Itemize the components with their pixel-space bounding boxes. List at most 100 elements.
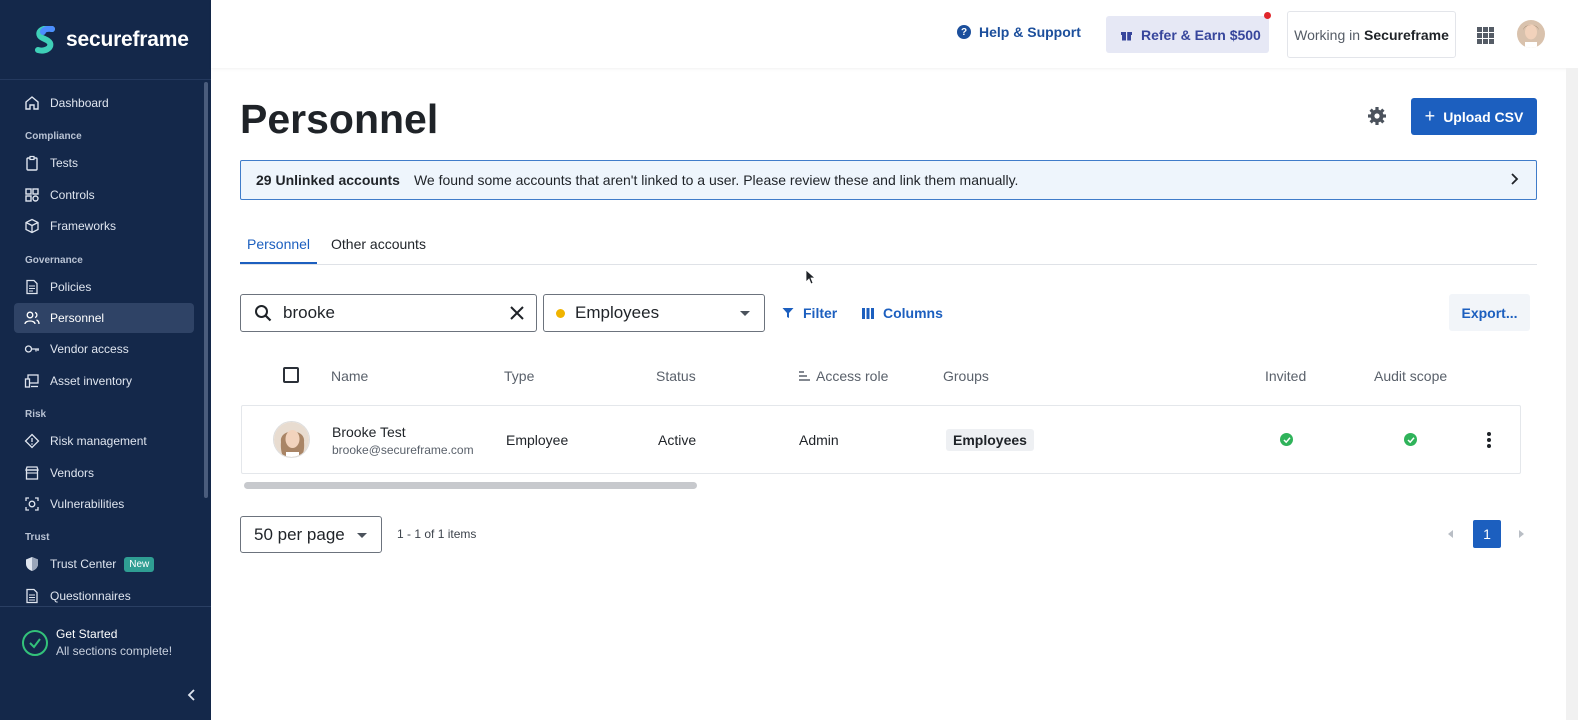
row-actions-menu-icon[interactable] (1487, 432, 1491, 448)
column-header-name[interactable]: Name (331, 368, 368, 384)
page-scrollbar[interactable] (1566, 68, 1578, 720)
question-icon: ? (957, 25, 971, 39)
sidebar-item-asset-inventory[interactable]: Asset inventory (14, 366, 194, 396)
shield-icon (24, 556, 40, 572)
personnel-email: brooke@secureframe.com (332, 443, 474, 457)
clipboard-icon (24, 155, 40, 172)
search-input[interactable] (283, 303, 493, 323)
sidebar-item-vendor-access[interactable]: Vendor access (14, 334, 194, 364)
app-grid-icon[interactable] (1477, 27, 1494, 44)
active-tab-indicator (240, 262, 317, 264)
sidebar-item-risk-management[interactable]: Risk management (14, 426, 194, 456)
sidebar-item-label: Risk management (50, 434, 147, 449)
sidebar-item-trust-center[interactable]: Trust Center New (14, 549, 194, 579)
workspace-name: Secureframe (1364, 26, 1449, 43)
caret-down-icon (357, 533, 367, 538)
column-header-type[interactable]: Type (504, 368, 534, 384)
export-button[interactable]: Export... (1449, 294, 1530, 331)
personnel-type: Employee (506, 432, 569, 448)
column-header-audit-scope[interactable]: Audit scope (1374, 368, 1447, 384)
mouse-cursor-icon (805, 269, 815, 285)
controls-icon (24, 187, 40, 203)
brand-name: secureframe (66, 27, 189, 51)
column-header-access-role[interactable]: Access role (799, 368, 888, 384)
sidebar-item-label: Asset inventory (50, 373, 133, 388)
personnel-access-role: Admin (799, 432, 839, 448)
cube-icon (24, 218, 40, 234)
sidebar-item-label: Controls (50, 187, 95, 202)
columns-button[interactable]: Columns (862, 305, 943, 321)
access-role-label: Access role (816, 368, 889, 384)
user-avatar[interactable] (1517, 20, 1545, 48)
sidebar-item-label: Personnel (50, 310, 105, 325)
tab-other-accounts[interactable]: Other accounts (331, 236, 426, 252)
sidebar-nav: Dashboard Compliance Tests Controls Fram… (14, 88, 194, 612)
sidebar-item-tests[interactable]: Tests (14, 148, 194, 178)
key-icon (24, 341, 40, 357)
audit-scope-check-icon (1404, 433, 1417, 446)
per-page-select[interactable]: 50 per page (240, 516, 382, 553)
clear-search-icon[interactable] (508, 304, 526, 322)
get-started-panel[interactable]: Get Started All sections complete! (0, 606, 211, 678)
table-row[interactable]: Brooke Test brooke@secureframe.com Emplo… (241, 405, 1521, 474)
sidebar-scrollbar[interactable] (204, 82, 208, 498)
invited-check-icon (1280, 433, 1293, 446)
tab-bar: Personnel Other accounts (240, 226, 1537, 265)
bug-icon (24, 496, 40, 512)
column-header-groups[interactable]: Groups (943, 368, 989, 384)
personnel-type-selected: Employees (575, 303, 660, 322)
sidebar-item-personnel[interactable]: Personnel (14, 302, 194, 333)
brand[interactable]: secureframe (0, 0, 211, 80)
sidebar-item-label: Questionnaires (50, 588, 131, 603)
unlinked-accounts-banner[interactable]: 29 Unlinked accounts We found some accou… (240, 160, 1537, 200)
personnel-name: Brooke Test (332, 424, 406, 440)
caret-down-icon (740, 311, 750, 316)
filter-button[interactable]: Filter (782, 305, 837, 321)
group-chip[interactable]: Employees (946, 429, 1034, 451)
filter-icon (782, 308, 794, 318)
page-title: Personnel (240, 96, 439, 142)
sidebar-item-label: Trust Center (50, 557, 117, 572)
devices-icon (24, 373, 40, 389)
get-started-subtitle: All sections complete! (56, 644, 173, 658)
help-support-link[interactable]: ? Help & Support (957, 24, 1081, 40)
home-icon (24, 95, 40, 111)
document-icon (24, 279, 40, 295)
sidebar-item-vulnerabilities[interactable]: Vulnerabilities (14, 489, 194, 519)
workspace-switcher[interactable]: Working in Secureframe (1287, 11, 1456, 58)
chevron-right-icon (1511, 173, 1519, 185)
columns-label: Columns (883, 305, 943, 321)
column-header-invited[interactable]: Invited (1265, 368, 1306, 384)
collapse-sidebar-icon[interactable] (185, 688, 199, 702)
sidebar-item-frameworks[interactable]: Frameworks (14, 211, 194, 241)
sidebar-item-dashboard[interactable]: Dashboard (14, 88, 194, 118)
status-dot (556, 308, 565, 318)
sidebar-item-vendors[interactable]: Vendors (14, 458, 194, 488)
refer-earn-button[interactable]: Refer & Earn $500 (1106, 12, 1271, 53)
sidebar-item-controls[interactable]: Controls (14, 180, 194, 210)
personnel-avatar (273, 421, 310, 458)
sidebar-item-policies[interactable]: Policies (14, 272, 194, 302)
filter-label: Filter (803, 305, 838, 321)
pagination-prev-icon[interactable] (1448, 530, 1453, 538)
pagination-next-icon[interactable] (1519, 530, 1524, 538)
select-all-checkbox[interactable] (283, 367, 299, 383)
list-icon (24, 588, 40, 604)
table-horizontal-scrollbar[interactable] (244, 482, 697, 489)
gift-icon (1121, 32, 1132, 41)
per-page-value: 50 per page (254, 524, 345, 544)
sort-icon (799, 371, 810, 381)
tab-personnel[interactable]: Personnel (247, 236, 310, 252)
columns-icon (862, 307, 874, 319)
upload-csv-button[interactable]: + Upload CSV (1411, 98, 1537, 135)
search-box (240, 294, 537, 332)
working-prefix: Working in (1294, 26, 1361, 43)
column-header-status[interactable]: Status (656, 368, 696, 384)
settings-gear-icon[interactable] (1367, 106, 1387, 126)
store-icon (24, 465, 40, 481)
sidebar-item-label: Vulnerabilities (50, 496, 125, 511)
pagination-page-1[interactable]: 1 (1473, 520, 1501, 548)
personnel-type-select[interactable]: Employees (543, 294, 765, 332)
personnel-name-cell[interactable]: Brooke Test brooke@secureframe.com (332, 424, 474, 457)
sidebar-item-label: Vendors (50, 465, 95, 480)
